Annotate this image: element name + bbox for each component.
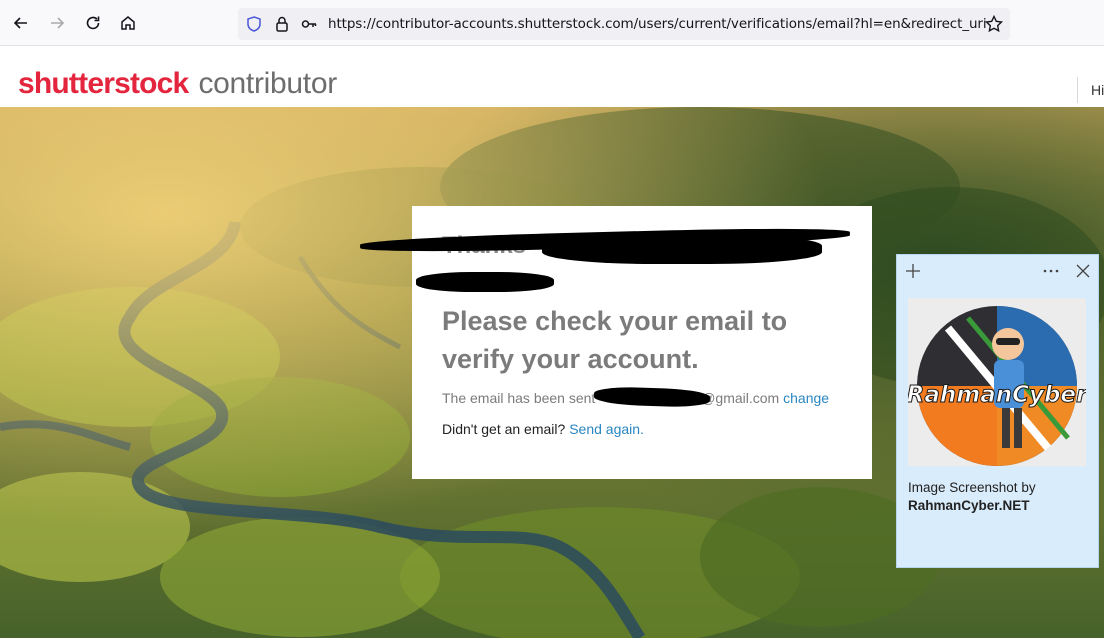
site-header: shutterstock contributor Hi — [0, 47, 1104, 107]
browser-toolbar: https://contributor-accounts.shutterstoc… — [0, 0, 1104, 46]
change-email-link[interactable]: change — [783, 390, 829, 406]
home-icon — [121, 16, 135, 30]
screenshot-panel: RahmanCyber Image Screenshot by RahmanCy… — [896, 254, 1099, 568]
card-heading: Please check your email to verify your a… — [442, 306, 788, 374]
url-text[interactable]: https://contributor-accounts.shutterstoc… — [328, 16, 988, 32]
back-button[interactable] — [7, 9, 35, 37]
redaction-mark — [416, 272, 554, 292]
panel-caption: Image Screenshot by RahmanCyber.NET — [908, 479, 1036, 515]
logo-sub: contributor — [198, 67, 337, 100]
email-domain: @gmail.com — [701, 390, 780, 406]
verification-card: Thanks Please check your email to verify… — [359, 206, 872, 479]
back-icon — [13, 17, 27, 29]
redaction-mark — [542, 234, 822, 264]
user-greeting[interactable]: Hi — [1091, 82, 1104, 98]
caption-line-1: Image Screenshot by — [908, 480, 1036, 495]
shutterstock-logo[interactable]: shutterstock contributor — [18, 67, 337, 103]
rahmancyber-logo-image: RahmanCyber — [908, 298, 1086, 466]
send-again-link[interactable]: Send again. — [569, 421, 644, 437]
url-bar[interactable]: https://contributor-accounts.shutterstoc… — [238, 8, 1010, 40]
home-button[interactable] — [114, 9, 142, 37]
image-logo-text: RahmanCyber — [908, 382, 1086, 408]
header-divider — [1077, 77, 1078, 103]
logo-main: shutterstock — [18, 67, 189, 100]
close-icon[interactable] — [1073, 261, 1093, 281]
more-icon[interactable] — [1041, 261, 1061, 281]
reload-button[interactable] — [79, 9, 107, 37]
key-icon[interactable] — [300, 15, 318, 33]
resend-text: Didn't get an email? Send again. — [442, 421, 644, 437]
reload-icon — [86, 16, 100, 30]
forward-icon — [51, 17, 65, 29]
shield-icon[interactable] — [245, 15, 263, 33]
forward-button[interactable] — [43, 9, 71, 37]
email-sent-prefix: The email has been sent — [442, 390, 596, 406]
lock-icon[interactable] — [273, 15, 291, 33]
didnt-get-email-text: Didn't get an email? — [442, 421, 566, 437]
star-icon[interactable] — [984, 14, 1004, 34]
plus-icon[interactable] — [903, 261, 923, 281]
caption-line-2: RahmanCyber.NET — [908, 498, 1030, 513]
